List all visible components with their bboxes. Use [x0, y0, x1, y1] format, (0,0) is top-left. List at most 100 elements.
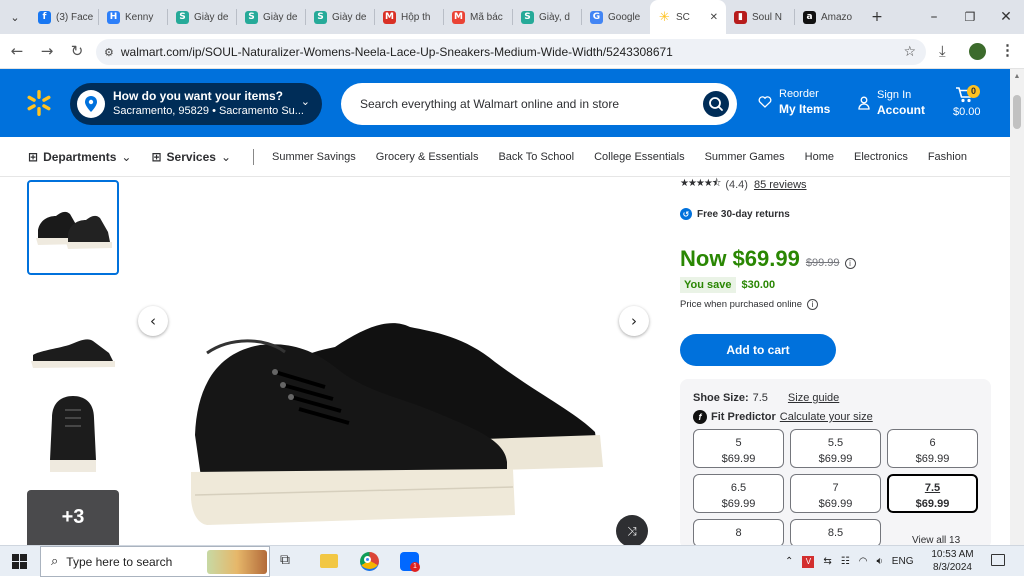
profile-avatar[interactable]: [969, 43, 986, 60]
task-view-icon[interactable]: ⧉: [280, 552, 290, 568]
gallery-thumbnail-2[interactable]: [27, 300, 119, 395]
tray-overflow-icon[interactable]: ⌃: [785, 556, 793, 567]
cart-button[interactable]: 0 $0.00: [953, 83, 993, 123]
next-image-button[interactable]: ›: [619, 306, 649, 336]
nav-category-link[interactable]: Electronics: [854, 151, 908, 163]
nav-category-link[interactable]: Fashion: [928, 151, 967, 163]
fit-predictor-icon: f: [693, 410, 707, 424]
language-indicator[interactable]: ENG: [892, 556, 914, 567]
site-settings-icon[interactable]: ⚙: [104, 46, 114, 59]
departments-menu[interactable]: ⊞ Departments ⌄: [28, 150, 131, 164]
network-icon[interactable]: ☷: [841, 556, 850, 567]
info-icon[interactable]: i: [844, 258, 856, 269]
nav-category-link[interactable]: Summer Savings: [272, 151, 356, 163]
new-tab-button[interactable]: +: [863, 9, 891, 25]
browser-tab-3[interactable]: S Giày de: [237, 0, 305, 34]
url-text: walmart.com/ip/SOUL-Naturalizer-Womens-N…: [120, 45, 673, 59]
returns-row: ↺ Free 30-day returns: [680, 208, 790, 220]
browser-tab-5[interactable]: M Hộp th: [375, 0, 443, 34]
fit-predictor-link[interactable]: Calculate your size: [780, 411, 873, 423]
chevron-down-icon: ⌄: [121, 149, 132, 164]
browser-tab-0[interactable]: f (3) Face: [30, 0, 98, 34]
product-main-image[interactable]: [135, 177, 655, 545]
size-option[interactable]: 8.5: [790, 519, 881, 547]
size-option[interactable]: 5 $69.99: [693, 429, 784, 468]
size-option[interactable]: 6.5 $69.99: [693, 474, 784, 513]
tab-title: Giày de: [194, 11, 229, 23]
bookmark-star-icon[interactable]: ☆: [903, 44, 916, 60]
minimize-button[interactable]: –: [916, 9, 952, 25]
tab-list-chevron-icon[interactable]: ⌄: [0, 11, 30, 24]
vivaldi-tray-icon[interactable]: V: [802, 555, 815, 568]
location-picker[interactable]: How do you want your items? Sacramento, …: [70, 83, 322, 125]
tab-title: Giày de: [263, 11, 298, 23]
add-to-cart-button[interactable]: Add to cart: [680, 334, 836, 366]
browser-tab-1[interactable]: H Kenny: [99, 0, 167, 34]
notification-center-icon[interactable]: [991, 554, 1005, 566]
browser-tab-2[interactable]: S Giày de: [168, 0, 236, 34]
browser-tab-7[interactable]: S Giày, d: [513, 0, 581, 34]
shoe-size-row: Shoe Size: 7.5 Size guide: [693, 392, 839, 404]
nav-category-link[interactable]: Grocery & Essentials: [376, 151, 479, 163]
rating-text: (4.4): [725, 178, 748, 191]
url-field[interactable]: ⚙ walmart.com/ip/SOUL-Naturalizer-Womens…: [96, 39, 926, 65]
scroll-thumb[interactable]: [1013, 95, 1021, 129]
shoe-pair-image: [36, 211, 112, 249]
restore-button[interactable]: ❐: [952, 10, 988, 24]
taskbar-search-input[interactable]: ⌕ Type here to search: [40, 546, 270, 577]
tab-title: Giày, d: [539, 11, 570, 23]
tab-title: Soul N: [752, 11, 783, 23]
search-button[interactable]: [703, 91, 729, 117]
browser-tab-9[interactable]: ✳ SC ✕: [650, 0, 726, 34]
file-explorer-icon[interactable]: [320, 554, 338, 568]
forward-icon[interactable]: →: [32, 42, 62, 60]
sign-in-link[interactable]: Sign In Account: [858, 88, 925, 118]
info-icon[interactable]: i: [807, 299, 818, 310]
location-subtitle: Sacramento, 95829 • Sacramento Su...: [113, 105, 304, 117]
close-tab-icon[interactable]: ✕: [710, 12, 718, 23]
browser-tab-4[interactable]: S Giày de: [306, 0, 374, 34]
tab-title: Amazo: [821, 11, 853, 23]
nav-category-link[interactable]: Back To School: [498, 151, 574, 163]
search-input[interactable]: Search everything at Walmart online and …: [341, 83, 737, 125]
scroll-up-arrow[interactable]: ▲: [1010, 73, 1024, 80]
size-price: $69.99: [721, 453, 756, 465]
close-window-button[interactable]: ✕: [988, 9, 1024, 25]
teamviewer-tray-icon[interactable]: ⇆: [823, 556, 831, 567]
size-guide-link[interactable]: Size guide: [788, 392, 839, 404]
browser-tab-10[interactable]: ▮ Soul N: [726, 0, 794, 34]
browser-menu-icon[interactable]: ⋮: [1000, 41, 1015, 59]
nav-category-link[interactable]: Home: [805, 151, 834, 163]
gallery-thumbnail-1[interactable]: [27, 180, 119, 275]
back-icon[interactable]: ←: [2, 42, 32, 60]
download-icon[interactable]: ⤓: [939, 42, 946, 60]
nav-category-link[interactable]: College Essentials: [594, 151, 685, 163]
volume-icon[interactable]: 🔉︎: [876, 556, 882, 567]
size-option[interactable]: 8: [693, 519, 784, 547]
shoe-size-label: Shoe Size:: [693, 392, 749, 404]
reviews-link[interactable]: 85 reviews: [754, 179, 807, 191]
windows-start-icon[interactable]: [12, 554, 27, 569]
previous-image-button[interactable]: ‹: [138, 306, 168, 336]
wifi-icon[interactable]: ◠: [859, 556, 868, 567]
shuffle-view-button[interactable]: ⤨: [616, 515, 648, 547]
size-option[interactable]: 7 $69.99: [790, 474, 881, 513]
browser-tab-8[interactable]: G Google: [582, 0, 650, 34]
chrome-icon[interactable]: [360, 552, 379, 571]
size-option[interactable]: 5.5 $69.99: [790, 429, 881, 468]
reorder-link[interactable]: Reorder My Items: [758, 87, 830, 117]
nav-category-link[interactable]: Summer Games: [705, 151, 785, 163]
clock[interactable]: 10:53 AM 8/3/2024: [925, 548, 980, 574]
page-scrollbar[interactable]: ▲: [1010, 69, 1024, 545]
browser-tab-6[interactable]: M Mã bác: [444, 0, 512, 34]
size-option[interactable]: 7.5 $69.99: [887, 474, 978, 513]
browser-tab-11[interactable]: a Amazo: [795, 0, 863, 34]
services-menu[interactable]: ⊞ Services ⌄: [151, 150, 231, 164]
walmart-spark-logo-icon[interactable]: [25, 89, 53, 117]
location-pin-icon: [77, 90, 105, 118]
size-option[interactable]: 6 $69.99: [887, 429, 978, 468]
gallery-thumbnail-3[interactable]: [27, 385, 119, 480]
reload-icon[interactable]: ↻: [62, 42, 92, 60]
zalo-icon[interactable]: 1: [400, 552, 420, 572]
more-images-button[interactable]: +3: [27, 490, 119, 545]
